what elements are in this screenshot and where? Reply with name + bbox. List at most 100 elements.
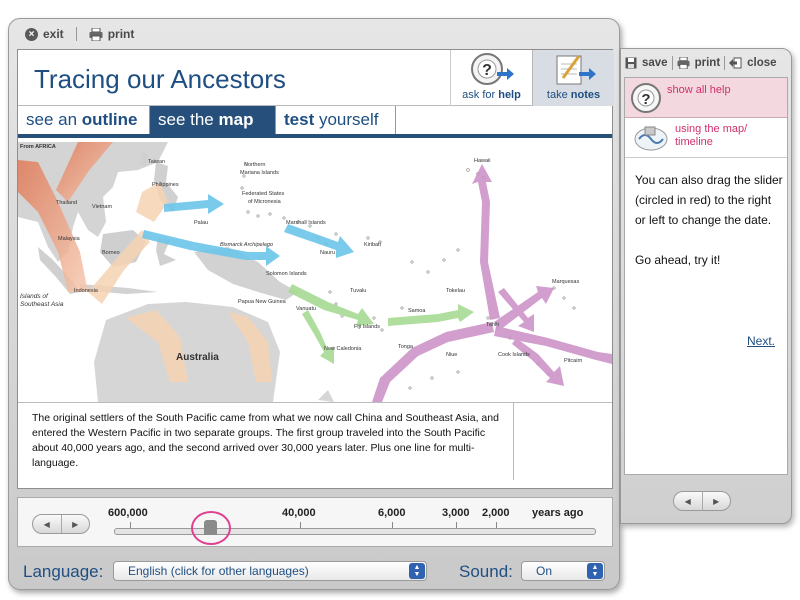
question-lifebuoy-icon: ? — [471, 53, 514, 85]
ask-help-prefix: ask for — [462, 89, 499, 101]
help-step-buttons: ◀ ▶ — [673, 491, 731, 511]
timeline-tick — [130, 522, 131, 528]
save-button[interactable]: save — [625, 57, 668, 69]
label-northern-mariana-2: Mariana Islands — [240, 170, 279, 176]
header: Tracing our Ancestors ? ask for help tak… — [18, 50, 614, 106]
timeline-tick — [456, 522, 457, 528]
label-pitcairn: Pitcairn — [564, 358, 582, 364]
help-close-button[interactable]: close — [729, 57, 777, 69]
help-text: You can also drag the slider (circled in… — [635, 170, 785, 270]
label-kiribati: Kiribati — [364, 242, 381, 248]
notepad-icon — [556, 55, 596, 85]
svg-text:?: ? — [641, 91, 650, 108]
label-solomon: Solomon Islands — [266, 271, 307, 277]
language-select[interactable]: English (click for other languages) ▲ ▼ — [113, 561, 427, 581]
label-vietnam: Vietnam — [92, 204, 112, 210]
label-micronesia-1: Federated States — [242, 191, 284, 197]
caption-side-panel — [514, 402, 612, 480]
print-button[interactable]: print — [89, 27, 134, 41]
timeline-label-3000: 3,000 — [442, 507, 470, 519]
ask-for-help-button[interactable]: ? ask for help — [450, 50, 532, 106]
language-label: Language: — [23, 562, 104, 581]
help-paragraph-2: Go ahead, try it! — [635, 253, 721, 267]
label-taiwan: Taiwan — [148, 159, 165, 165]
label-tuvalu: Tuvalu — [350, 288, 366, 294]
main-window: × exit print Tracing our Ancestors ? ask… — [8, 18, 620, 590]
map-timeline-icon — [634, 126, 668, 151]
sound-value: On — [536, 564, 553, 578]
label-png: Papua New Guinea — [238, 299, 287, 305]
page-title: Tracing our Ancestors — [34, 64, 286, 94]
exit-label: exit — [43, 27, 64, 41]
help-panel: save print close ? show all help using t… — [620, 48, 792, 524]
help-next-link[interactable]: Next. — [747, 334, 775, 348]
migration-map: From AFRICA Taiwan Philippines Thailand … — [18, 142, 612, 402]
window-toolbar: × exit print — [25, 25, 134, 43]
label-tahiti: Tahiti — [486, 322, 499, 328]
timeline-label-2000: 2,000 — [482, 507, 510, 519]
help-panel-body: ? show all help using the map/ timeline … — [624, 77, 788, 475]
label-nauru: Nauru — [320, 250, 335, 256]
timeline-unit: years ago — [532, 507, 584, 519]
label-malaysia: Malaysia — [58, 236, 81, 242]
tab-map[interactable]: see the map — [150, 106, 276, 134]
timeline-slider-handle[interactable] — [204, 520, 217, 535]
label-marquesas: Marquesas — [552, 279, 579, 285]
help-paragraph-1: You can also drag the slider (circled in… — [635, 173, 783, 227]
label-islands-sea-1: Islands of — [20, 293, 49, 300]
help-panel-toolbar: save print close — [625, 55, 777, 71]
toolbar-divider — [671, 56, 673, 70]
timeline-label-40000: 40,000 — [282, 507, 316, 519]
sound-select[interactable]: On ▲ ▼ — [521, 561, 605, 581]
show-all-help-label: show all help — [667, 84, 731, 96]
sound-label: Sound: — [459, 562, 513, 581]
tab-bar: see an outline see the map test yourself — [18, 106, 612, 138]
floppy-disk-icon — [625, 57, 637, 69]
help-next-button[interactable]: ▶ — [701, 492, 731, 510]
timeline-bar: ◀ ▶ 600,000 40,000 6,000 3,000 2,000 yea… — [17, 497, 613, 547]
svg-text:?: ? — [482, 62, 492, 79]
settings-bar: Language: English (click for other langu… — [23, 559, 613, 585]
save-label: save — [642, 57, 668, 69]
help-close-label: close — [747, 57, 777, 69]
timeline-label-6000: 6,000 — [378, 507, 406, 519]
tab-outline[interactable]: see an outline — [18, 106, 150, 134]
show-all-help-button[interactable]: ? show all help — [625, 78, 787, 118]
toolbar-divider — [75, 27, 77, 41]
printer-icon — [677, 57, 690, 69]
content-area: Tracing our Ancestors ? ask for help tak… — [17, 49, 614, 489]
timeline-next-button[interactable]: ▶ — [60, 515, 90, 533]
label-tokelau: Tokelau — [446, 288, 465, 294]
printer-icon — [89, 27, 103, 41]
label-palau: Palau — [194, 220, 208, 226]
label-from-africa: From AFRICA — [20, 144, 56, 150]
label-marshall: Marshall Islands — [286, 220, 326, 226]
label-fiji: Fiji Islands — [354, 324, 380, 330]
close-arrow-icon — [729, 57, 742, 69]
land-new-zealand — [318, 390, 334, 402]
label-islands-sea-2: Southeast Asia — [20, 301, 64, 308]
help-print-button[interactable]: print — [677, 57, 720, 69]
tab-test-yourself[interactable]: test yourself — [276, 106, 396, 134]
toolbar-divider — [724, 56, 726, 70]
label-thailand: Thailand — [56, 200, 77, 206]
timeline-label-600000: 600,000 — [108, 507, 148, 519]
timeline-tick — [392, 522, 393, 528]
timeline-track[interactable] — [114, 528, 596, 535]
exit-button[interactable]: × exit — [25, 27, 64, 41]
take-notes-bold: notes — [570, 89, 601, 101]
label-borneo: Borneo — [102, 250, 120, 256]
help-prev-button[interactable]: ◀ — [674, 492, 702, 510]
take-notes-button[interactable]: take notes — [532, 50, 614, 106]
timeline-tick — [300, 522, 301, 528]
label-cook: Cook Islands — [498, 352, 530, 358]
caption-text: The original settlers of the South Pacif… — [18, 402, 514, 480]
exit-icon: × — [25, 27, 38, 41]
timeline-prev-button[interactable]: ◀ — [33, 515, 61, 533]
question-lifebuoy-icon: ? — [631, 83, 661, 113]
label-bismarck: Bismarck Archipelago — [220, 242, 273, 248]
label-northern-mariana-1: Northern — [244, 162, 265, 168]
using-map-label-2: timeline — [675, 136, 713, 148]
label-australia: Australia — [176, 352, 219, 363]
help-topic-using-map[interactable]: using the map/ timeline — [625, 118, 787, 158]
